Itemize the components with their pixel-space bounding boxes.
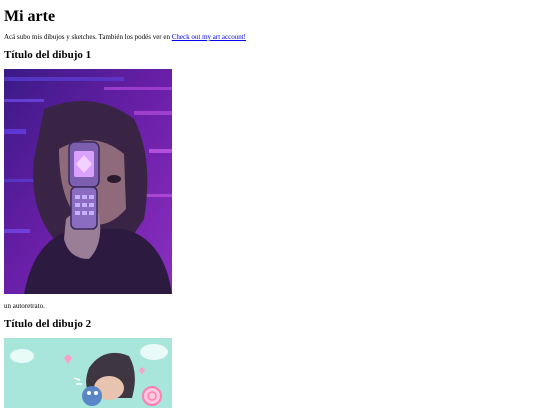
intro-paragraph: Acá subo mis dibujos y sketches. También… (4, 32, 246, 42)
artwork-2-title: Título del dibujo 2 (4, 318, 92, 330)
intro-text: Acá subo mis dibujos y sketches. También… (4, 33, 172, 41)
art-account-link[interactable]: Check out my art account! (172, 33, 246, 41)
artwork-1-image (4, 69, 172, 294)
artwork-1-title: Título del dibujo 1 (4, 49, 92, 61)
page-title: Mi arte (4, 8, 56, 25)
artwork-1-caption: un autoretrato. (4, 302, 45, 310)
artwork-2-image (4, 338, 172, 408)
